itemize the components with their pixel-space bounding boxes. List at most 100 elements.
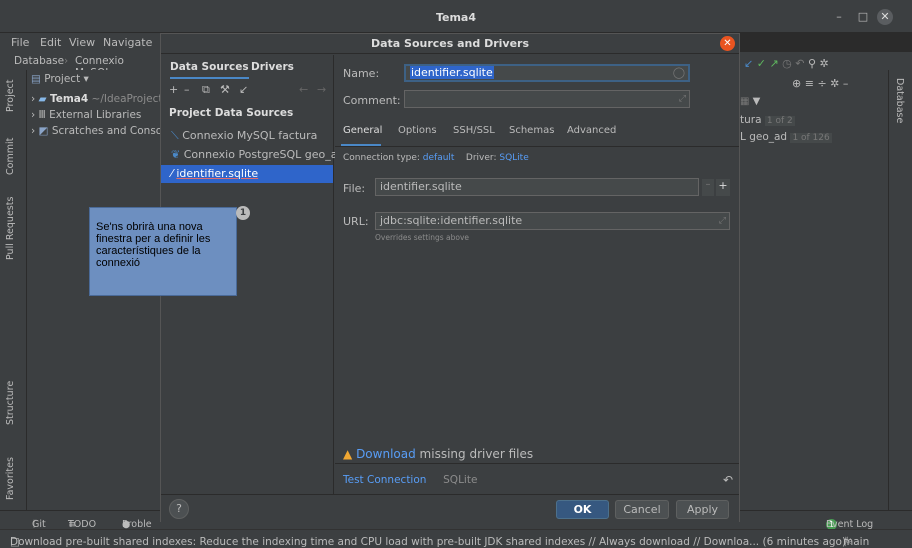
minimize-button[interactable]: – bbox=[832, 10, 846, 24]
settings-icon[interactable]: ✲ bbox=[830, 77, 839, 90]
add-icon[interactable]: + bbox=[169, 83, 178, 96]
help-button[interactable]: ? bbox=[169, 499, 189, 519]
check-icon[interactable]: ✓ bbox=[757, 57, 766, 70]
sqlite-icon: ⁄ bbox=[171, 167, 173, 180]
menu-file[interactable]: File bbox=[11, 36, 29, 49]
source-item[interactable]: ❦ Connexio PostgreSQL geo_ad bbox=[171, 146, 344, 164]
tab-data-sources[interactable]: Data Sources bbox=[170, 61, 249, 79]
tab-ssh-ssl[interactable]: SSH/SSL bbox=[453, 125, 495, 136]
tree-item-path: ~/IdeaProject bbox=[91, 93, 163, 105]
expand-icon[interactable]: ÷ bbox=[817, 77, 826, 90]
url-hint: Overrides settings above bbox=[375, 233, 470, 242]
source-item-selected[interactable]: ⁄ identifier.sqlite bbox=[161, 165, 333, 183]
remove-file-icon[interactable]: – bbox=[702, 179, 714, 196]
menu-view[interactable]: View bbox=[69, 36, 95, 49]
driver-link[interactable]: SQLite bbox=[499, 153, 528, 163]
tab-advanced[interactable]: Advanced bbox=[567, 125, 616, 136]
window-close-button[interactable]: ✕ bbox=[877, 9, 893, 25]
comment-field[interactable]: ⤢ bbox=[404, 90, 690, 108]
tab-structure[interactable]: Structure bbox=[5, 381, 16, 425]
menu-navigate[interactable]: Navigate bbox=[103, 36, 152, 49]
test-connection-link[interactable]: Test Connection bbox=[343, 474, 426, 486]
wrench-icon[interactable]: ⚒ bbox=[220, 83, 230, 96]
forward-icon[interactable]: → bbox=[317, 83, 326, 96]
tab-options[interactable]: Options bbox=[398, 125, 437, 136]
chevron-down-icon: ▾ bbox=[83, 73, 89, 85]
tree-item-external-libraries[interactable]: › Ⅲ External Libraries bbox=[31, 109, 141, 121]
db-toolbar-2: ⊕ ≡ ÷ ✲ – bbox=[792, 77, 848, 90]
name-field[interactable]: identifier.sqlite ◯ bbox=[404, 64, 690, 82]
hide-icon[interactable]: – bbox=[843, 77, 849, 90]
expand-icon[interactable]: ⤢ bbox=[719, 213, 726, 229]
tree-item-label: Scratches and Conso bbox=[51, 125, 163, 137]
collapse-icon[interactable]: ≡ bbox=[805, 77, 814, 90]
source-item[interactable]: ⟍ Connexio MySQL factura bbox=[171, 127, 317, 145]
download-warning: ▲ Download missing driver files bbox=[343, 447, 534, 461]
status-bar: □ Download pre-built shared indexes: Red… bbox=[0, 529, 912, 548]
breadcrumb-root[interactable]: Database bbox=[14, 55, 64, 67]
remove-icon[interactable]: – bbox=[184, 83, 190, 96]
db-tree-row[interactable]: tura 1 of 2 bbox=[740, 114, 795, 126]
dialog-title: Data Sources and Drivers bbox=[161, 34, 739, 54]
postgresql-icon: ❦ bbox=[171, 148, 181, 161]
duplicate-icon[interactable]: ⧉ bbox=[202, 83, 210, 97]
close-icon[interactable]: ✕ bbox=[720, 36, 735, 51]
tab-database[interactable]: Database bbox=[894, 78, 905, 123]
table-icon[interactable]: ▦ bbox=[740, 96, 749, 107]
name-label: Name: bbox=[343, 67, 380, 80]
section-header: Project Data Sources bbox=[169, 107, 294, 119]
tab-schemas[interactable]: Schemas bbox=[509, 125, 554, 136]
chevron-right-icon: › bbox=[31, 93, 36, 105]
dialog-footer: ? OK Cancel Apply bbox=[161, 494, 739, 522]
db-row-badge: 1 of 126 bbox=[790, 133, 832, 143]
tree-item-scratches[interactable]: › ◩ Scratches and Conso bbox=[31, 125, 162, 137]
color-picker-icon[interactable]: ◯ bbox=[673, 66, 685, 80]
tab-commit[interactable]: Commit bbox=[5, 138, 16, 175]
connection-type-link[interactable]: default bbox=[423, 153, 455, 163]
expand-icon[interactable]: ⤢ bbox=[679, 91, 686, 107]
target-icon[interactable]: ⊕ bbox=[792, 77, 801, 90]
db-toolbar-3: ▦ ▼ bbox=[740, 96, 760, 107]
comment-label: Comment: bbox=[343, 94, 401, 107]
history-icon[interactable]: ◷ bbox=[782, 57, 792, 70]
driver-label: Driver: bbox=[465, 153, 497, 163]
file-field[interactable]: identifier.sqlite bbox=[375, 178, 699, 196]
tree-item-tema4[interactable]: › ▰ Tema4 ~/IdeaProject bbox=[31, 93, 162, 105]
reset-icon[interactable]: ↶ bbox=[723, 473, 733, 487]
tab-favorites[interactable]: Favorites bbox=[5, 457, 16, 500]
tab-general[interactable]: General bbox=[343, 125, 382, 136]
download-link[interactable]: Download bbox=[356, 447, 416, 461]
undo-icon[interactable]: ↶ bbox=[795, 57, 804, 70]
search-icon[interactable]: ⚲ bbox=[808, 57, 816, 70]
tab-drivers[interactable]: Drivers bbox=[251, 61, 294, 73]
db-tree-row[interactable]: L geo_ad 1 of 126 bbox=[740, 131, 832, 143]
url-field[interactable]: jdbc:sqlite:identifier.sqlite ⤢ bbox=[375, 212, 730, 230]
test-driver-label: SQLite bbox=[443, 474, 478, 486]
commit-icon[interactable]: ↙ bbox=[744, 57, 753, 70]
arrow-up-icon[interactable]: ↗ bbox=[769, 57, 778, 70]
library-icon: Ⅲ bbox=[38, 109, 46, 121]
file-label: File: bbox=[343, 182, 366, 195]
back-icon[interactable]: ← bbox=[299, 83, 308, 96]
maximize-button[interactable]: □ bbox=[856, 10, 870, 24]
filter-icon[interactable]: ▼ bbox=[753, 96, 761, 107]
scratches-icon: ◩ bbox=[38, 125, 49, 137]
project-panel-header[interactable]: ▤ Project ▾ bbox=[31, 73, 89, 85]
right-tool-strip: Database bbox=[888, 70, 912, 510]
db-toolbar: ↙ ✓ ↗ ◷ ↶ ⚲ ✲ bbox=[744, 57, 829, 70]
tab-project[interactable]: Project bbox=[5, 79, 16, 112]
annotation-badge: 1 bbox=[236, 206, 250, 220]
window-titlebar: Tema4 – □ ✕ bbox=[0, 0, 912, 33]
cancel-button[interactable]: Cancel bbox=[615, 500, 669, 519]
project-header-label: Project bbox=[44, 73, 81, 85]
connection-info: Connection type: default Driver: SQLite bbox=[343, 153, 529, 163]
tab-pull-requests[interactable]: Pull Requests bbox=[5, 197, 16, 260]
notification-icon: ☼ bbox=[843, 536, 853, 548]
breadcrumb-separator: › bbox=[64, 55, 69, 67]
ok-button[interactable]: OK bbox=[556, 500, 609, 519]
gear-icon[interactable]: ✲ bbox=[820, 57, 829, 70]
import-icon[interactable]: ↙ bbox=[239, 83, 248, 96]
add-file-icon[interactable]: + bbox=[716, 179, 730, 196]
menu-edit[interactable]: Edit bbox=[40, 36, 61, 49]
apply-button[interactable]: Apply bbox=[676, 500, 729, 519]
